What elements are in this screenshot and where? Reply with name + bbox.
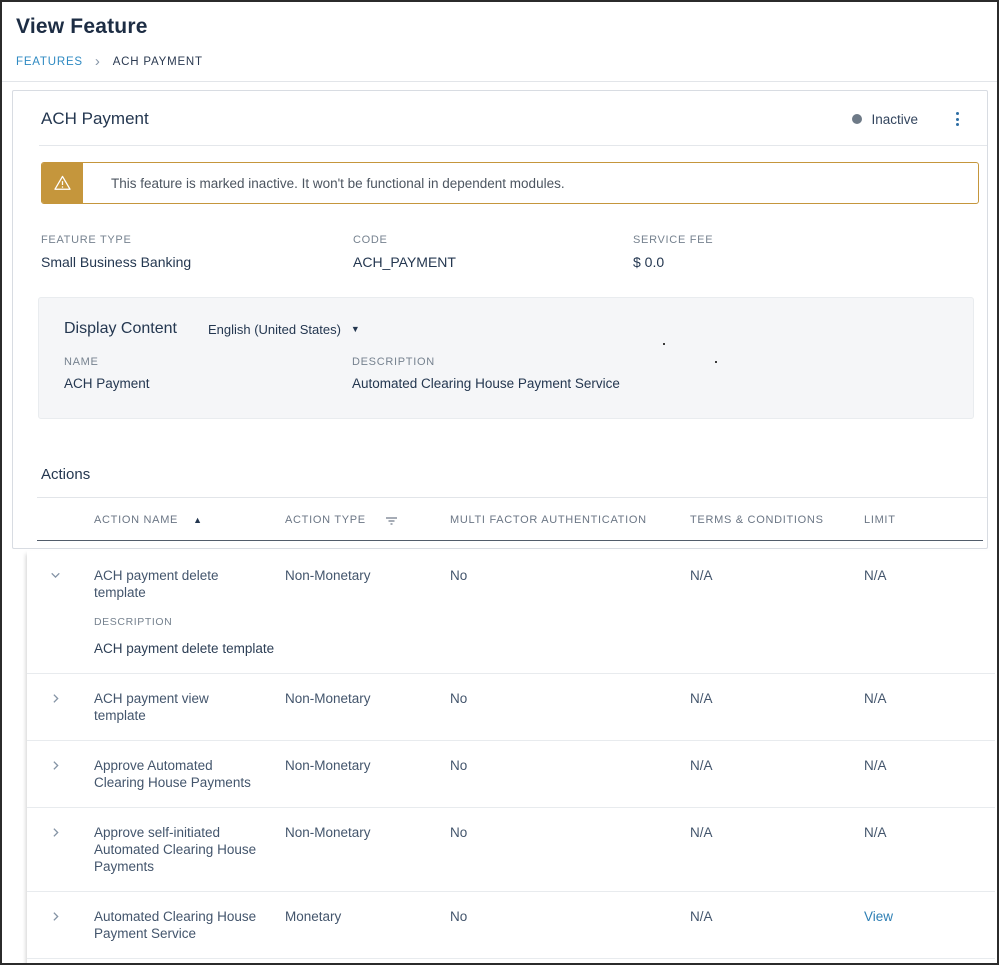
status-label: Inactive — [871, 112, 918, 127]
expand-row-chevron-right-icon[interactable] — [27, 824, 94, 875]
feature-card-header: ACH Payment Inactive — [13, 91, 987, 145]
actions-table-header: ACTION NAME ▲ ACTION TYPE MULTI FACTOR A… — [37, 498, 983, 541]
service-fee-value: $ 0.0 — [633, 254, 959, 270]
display-content-panel: Display Content English (United States) … — [38, 297, 974, 419]
action-name-cell: ACH payment view template — [94, 690, 285, 724]
table-row[interactable]: ACH payment delete template Non-Monetary… — [27, 551, 995, 674]
collapse-row-chevron-down-icon[interactable] — [27, 567, 94, 601]
sort-ascending-icon[interactable]: ▲ — [193, 515, 203, 525]
breadcrumb-current: ACH PAYMENT — [113, 56, 203, 68]
column-limit: LIMIT — [864, 514, 983, 526]
breadcrumb-separator-icon: › — [95, 57, 101, 67]
code-label: CODE — [353, 234, 633, 246]
page-title: View Feature — [16, 15, 983, 39]
row-description-label: DESCRIPTION — [94, 614, 971, 631]
chevron-down-icon: ▼ — [351, 324, 360, 334]
mfa-cell: No — [450, 824, 690, 875]
table-row[interactable]: Approve self-initiated Automated Clearin… — [27, 808, 995, 892]
action-type-cell: Non-Monetary — [285, 567, 450, 601]
breadcrumb-features-link[interactable]: FEATURES — [16, 56, 83, 68]
display-content-header: Display Content English (United States) … — [64, 320, 973, 338]
limit-cell: View — [864, 908, 995, 942]
expand-row-chevron-right-icon[interactable] — [27, 690, 94, 724]
limit-cell: N/A — [864, 567, 995, 601]
terms-cell: N/A — [690, 824, 864, 875]
expand-row-chevron-right-icon[interactable] — [27, 908, 94, 942]
display-name-value: ACH Payment — [64, 376, 352, 391]
actions-table-body: ACH payment delete template Non-Monetary… — [27, 551, 995, 965]
action-name-cell: ACH payment delete template — [94, 567, 285, 601]
terms-cell: N/A — [690, 567, 864, 601]
stray-dot — [715, 361, 717, 363]
language-selector[interactable]: English (United States) ▼ — [208, 322, 360, 337]
table-row[interactable]: View history of Automated Clearing House… — [27, 959, 995, 965]
field-feature-type: FEATURE TYPE Small Business Banking — [41, 234, 353, 270]
actions-section-title: Actions — [41, 466, 959, 483]
field-code: CODE ACH_PAYMENT — [353, 234, 633, 270]
code-value: ACH_PAYMENT — [353, 254, 633, 270]
status-dot-icon — [852, 114, 862, 124]
warning-message: This feature is marked inactive. It won'… — [83, 176, 565, 191]
limit-cell: N/A — [864, 824, 995, 875]
action-type-header-label: ACTION TYPE — [285, 514, 366, 526]
view-limit-link[interactable]: View — [864, 909, 893, 924]
action-type-cell: Monetary — [285, 908, 450, 942]
action-name-cell: Approve Automated Clearing House Payment… — [94, 757, 285, 791]
limit-cell: N/A — [864, 757, 995, 791]
terms-cell: N/A — [690, 690, 864, 724]
column-terms: TERMS & CONDITIONS — [690, 514, 864, 526]
column-action-name: ACTION NAME ▲ — [94, 514, 285, 526]
terms-cell: N/A — [690, 908, 864, 942]
feature-type-value: Small Business Banking — [41, 254, 353, 270]
table-row[interactable]: Approve Automated Clearing House Payment… — [27, 741, 995, 808]
action-type-cell: Non-Monetary — [285, 824, 450, 875]
language-value: English (United States) — [208, 322, 341, 337]
row-description-block: DESCRIPTION ACH payment delete template — [94, 614, 995, 657]
field-service-fee: SERVICE FEE $ 0.0 — [633, 234, 959, 270]
mfa-cell: No — [450, 757, 690, 791]
field-display-name: NAME ACH Payment — [64, 356, 352, 391]
display-content-fields: NAME ACH Payment DESCRIPTION Automated C… — [64, 356, 973, 391]
view-feature-page: View Feature FEATURES › ACH PAYMENT ACH … — [0, 0, 999, 965]
action-type-cell: Non-Monetary — [285, 757, 450, 791]
page-header: View Feature FEATURES › ACH PAYMENT — [2, 2, 997, 68]
column-action-type: ACTION TYPE — [285, 514, 450, 526]
row-description-value: ACH payment delete template — [94, 640, 971, 657]
card-header-divider — [39, 145, 987, 146]
mfa-cell: No — [450, 690, 690, 724]
display-description-label: DESCRIPTION — [352, 356, 973, 368]
action-name-header-label: ACTION NAME — [94, 514, 178, 526]
feature-type-label: FEATURE TYPE — [41, 234, 353, 246]
stray-dot — [663, 343, 665, 345]
status-badge: Inactive — [852, 112, 918, 127]
limit-cell: N/A — [864, 690, 995, 724]
service-fee-label: SERVICE FEE — [633, 234, 959, 246]
terms-cell: N/A — [690, 757, 864, 791]
action-type-cell: Non-Monetary — [285, 690, 450, 724]
header-divider — [2, 81, 997, 82]
header-spacer — [37, 514, 94, 526]
feature-card: ACH Payment Inactive This feature is mar… — [12, 90, 988, 549]
display-content-title: Display Content — [64, 320, 177, 338]
action-name-cell: Approve self-initiated Automated Clearin… — [94, 824, 285, 875]
display-name-label: NAME — [64, 356, 352, 368]
table-row[interactable]: Automated Clearing House Payment Service… — [27, 892, 995, 959]
inactive-warning-banner: This feature is marked inactive. It won'… — [41, 162, 979, 204]
action-name-cell: Automated Clearing House Payment Service — [94, 908, 285, 942]
feature-fields: FEATURE TYPE Small Business Banking CODE… — [41, 234, 959, 270]
mfa-cell: No — [450, 908, 690, 942]
filter-icon[interactable] — [385, 515, 398, 526]
column-mfa: MULTI FACTOR AUTHENTICATION — [450, 514, 690, 526]
breadcrumb: FEATURES › ACH PAYMENT — [16, 56, 983, 68]
more-options-kebab-icon[interactable] — [948, 108, 967, 130]
feature-name: ACH Payment — [41, 109, 149, 129]
display-description-value: Automated Clearing House Payment Service — [352, 376, 973, 391]
expand-row-chevron-right-icon[interactable] — [27, 757, 94, 791]
table-row[interactable]: ACH payment view template Non-Monetary N… — [27, 674, 995, 741]
mfa-cell: No — [450, 567, 690, 601]
warning-triangle-icon — [42, 163, 83, 203]
field-display-description: DESCRIPTION Automated Clearing House Pay… — [352, 356, 973, 391]
